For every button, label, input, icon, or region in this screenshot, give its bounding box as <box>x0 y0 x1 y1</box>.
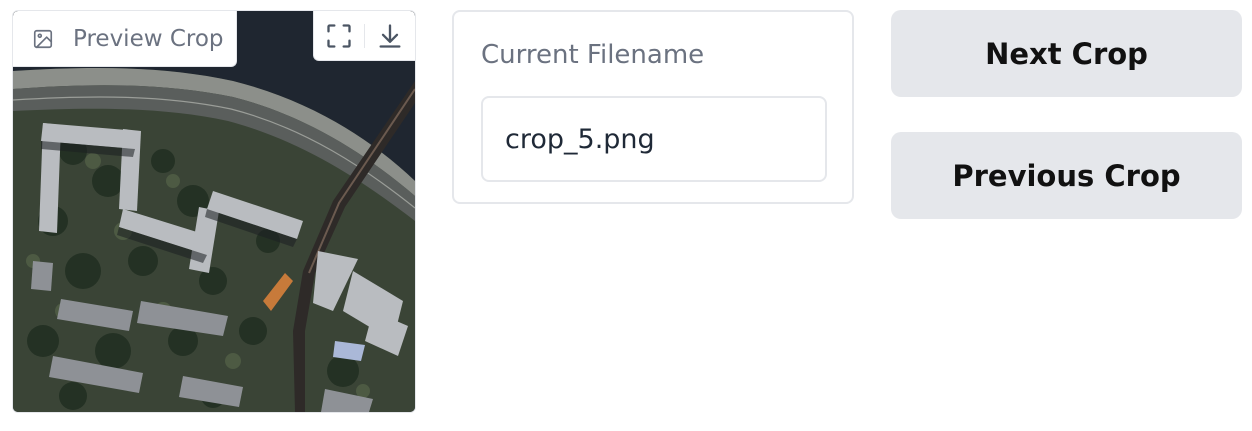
previous-crop-button[interactable]: Previous Crop <box>891 132 1242 219</box>
current-filename-input[interactable] <box>481 96 827 182</box>
preview-crop-image <box>13 11 415 412</box>
current-filename-label: Current Filename <box>481 40 705 70</box>
image-icon <box>31 27 55 51</box>
current-filename-panel: Current Filename <box>452 10 854 204</box>
next-crop-button[interactable]: Next Crop <box>891 10 1242 97</box>
preview-crop-panel: Preview Crop <box>12 10 416 413</box>
image-actions-toolbar <box>313 11 415 61</box>
download-icon[interactable] <box>374 20 406 52</box>
fullscreen-icon[interactable] <box>323 20 355 52</box>
preview-crop-label: Preview Crop <box>13 11 237 67</box>
action-divider <box>363 23 365 48</box>
preview-crop-label-text: Preview Crop <box>73 25 224 52</box>
